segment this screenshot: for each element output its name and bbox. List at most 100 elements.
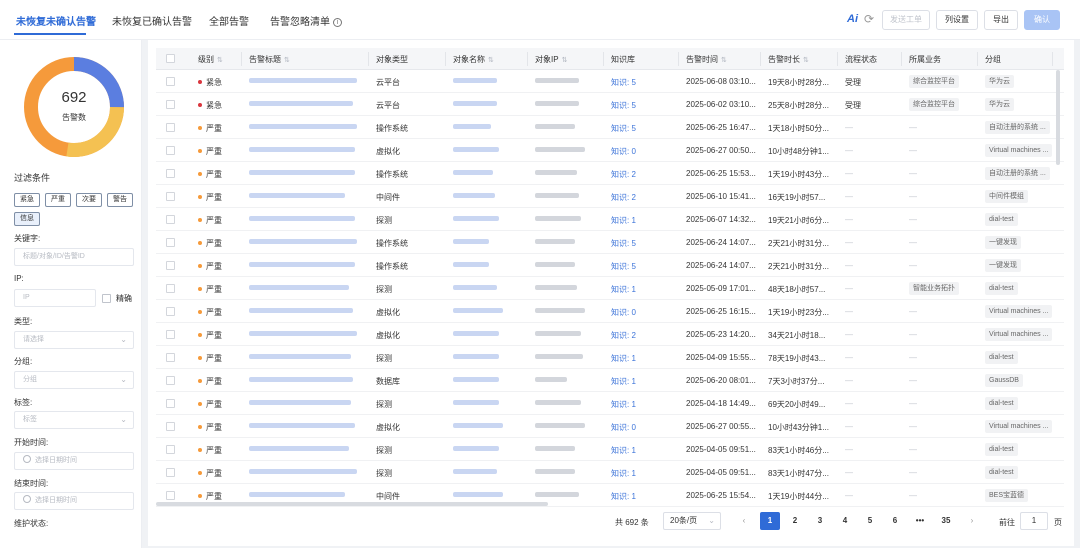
row-checkbox[interactable] bbox=[166, 123, 175, 132]
column-header-flow-status[interactable]: 流程状态 bbox=[845, 54, 877, 65]
info-icon[interactable]: i bbox=[333, 18, 342, 27]
object-name-link[interactable] bbox=[453, 215, 499, 224]
table-row[interactable]: 严重 中间件 知识: 2 2025-06-10 15:41... 16天19小时57..… bbox=[156, 185, 1064, 208]
column-header-level[interactable]: 级别 ⇅ bbox=[198, 54, 223, 65]
page-size-select[interactable]: 20条/页 ⌄ bbox=[663, 512, 721, 530]
knowledge-link[interactable]: 知识: 2 bbox=[611, 169, 636, 180]
tab-unrecovered-unconfirmed[interactable]: 未恢复未确认告警 bbox=[16, 13, 96, 28]
column-header-object-ip[interactable]: 对象IP ⇅ bbox=[535, 54, 567, 65]
horizontal-scrollbar[interactable] bbox=[156, 502, 548, 506]
knowledge-link[interactable]: 知识: 1 bbox=[611, 468, 636, 479]
row-checkbox[interactable] bbox=[166, 422, 175, 431]
row-checkbox[interactable] bbox=[166, 307, 175, 316]
knowledge-link[interactable]: 知识: 5 bbox=[611, 123, 636, 134]
alarm-title-link[interactable] bbox=[249, 468, 357, 477]
table-row[interactable]: 严重 虚拟化 知识: 0 2025-06-27 00:55... 10小时43分钟1..… bbox=[156, 415, 1064, 438]
row-checkbox[interactable] bbox=[166, 100, 175, 109]
level-chip-major[interactable]: 严重 bbox=[45, 193, 71, 207]
object-name-link[interactable] bbox=[453, 123, 491, 132]
object-name-link[interactable] bbox=[453, 192, 495, 201]
table-row[interactable]: 严重 探测 知识: 1 2025-04-18 14:49... 69天20小时49...… bbox=[156, 392, 1064, 415]
alarm-title-link[interactable] bbox=[249, 353, 351, 362]
alarm-title-link[interactable] bbox=[249, 77, 357, 86]
table-row[interactable]: 严重 虚拟化 知识: 0 2025-06-25 16:15... 1天19小时23分..… bbox=[156, 300, 1064, 323]
knowledge-link[interactable]: 知识: 0 bbox=[611, 422, 636, 433]
alarm-title-link[interactable] bbox=[249, 146, 355, 155]
next-page-button[interactable]: › bbox=[962, 512, 982, 530]
level-chip-minor[interactable]: 次要 bbox=[76, 193, 102, 207]
table-row[interactable]: 严重 探测 知识: 1 2025-04-05 09:51... 83天1小时47分...… bbox=[156, 461, 1064, 484]
object-name-link[interactable] bbox=[453, 491, 503, 500]
column-header-object-type[interactable]: 对象类型 bbox=[376, 54, 408, 65]
create-ticket-button[interactable]: 发送工单 bbox=[882, 10, 930, 30]
row-checkbox[interactable] bbox=[166, 445, 175, 454]
start-time-picker[interactable]: 选择日期时间 bbox=[14, 452, 134, 470]
object-name-link[interactable] bbox=[453, 468, 497, 477]
page-button-35[interactable]: 35 bbox=[936, 512, 956, 530]
precise-checkbox[interactable] bbox=[102, 294, 111, 303]
level-chip-warning[interactable]: 警告 bbox=[107, 193, 133, 207]
alarm-title-link[interactable] bbox=[249, 284, 349, 293]
knowledge-link[interactable]: 知识: 1 bbox=[611, 376, 636, 387]
alarm-title-link[interactable] bbox=[249, 215, 355, 224]
alarm-title-link[interactable] bbox=[249, 123, 357, 132]
object-name-link[interactable] bbox=[453, 422, 503, 431]
prev-page-button[interactable]: ‹ bbox=[734, 512, 754, 530]
object-name-link[interactable] bbox=[453, 238, 489, 247]
tab-all-alarms[interactable]: 全部告警 bbox=[209, 13, 249, 28]
column-header-knowledge[interactable]: 知识库 bbox=[611, 54, 635, 65]
alarm-title-link[interactable] bbox=[249, 100, 353, 109]
row-checkbox[interactable] bbox=[166, 491, 175, 500]
table-row[interactable]: 紧急 云平台 知识: 5 2025-06-08 03:10... 19天8小时28分..… bbox=[156, 70, 1064, 93]
alarm-title-link[interactable] bbox=[249, 491, 345, 500]
table-row[interactable]: 严重 操作系统 知识: 5 2025-06-25 16:47... 1天18小时50分.… bbox=[156, 116, 1064, 139]
row-checkbox[interactable] bbox=[166, 376, 175, 385]
alarm-title-link[interactable] bbox=[249, 422, 355, 431]
table-row[interactable]: 严重 操作系统 知识: 2 2025-06-25 15:53... 1天19小时43分.… bbox=[156, 162, 1064, 185]
alarm-title-link[interactable] bbox=[249, 192, 345, 201]
knowledge-link[interactable]: 知识: 5 bbox=[611, 77, 636, 88]
row-checkbox[interactable] bbox=[166, 192, 175, 201]
page-button-3[interactable]: 3 bbox=[810, 512, 830, 530]
row-checkbox[interactable] bbox=[166, 353, 175, 362]
knowledge-link[interactable]: 知识: 2 bbox=[611, 192, 636, 203]
alarm-title-link[interactable] bbox=[249, 399, 351, 408]
ip-input[interactable]: IP bbox=[14, 289, 96, 307]
group-select[interactable]: 分组 ⌄ bbox=[14, 371, 134, 389]
type-select[interactable]: 请选择 ⌄ bbox=[14, 331, 134, 349]
page-button-4[interactable]: 4 bbox=[835, 512, 855, 530]
alarm-title-link[interactable] bbox=[249, 445, 349, 454]
table-row[interactable]: 严重 探测 知识: 1 2025-04-05 09:51... 83天1小时46分...… bbox=[156, 438, 1064, 461]
page-button-5[interactable]: 5 bbox=[860, 512, 880, 530]
level-chip-info[interactable]: 信息 bbox=[14, 212, 40, 226]
table-row[interactable]: 严重 探测 知识: 1 2025-04-09 15:55... 78天19小时43...… bbox=[156, 346, 1064, 369]
column-header-business[interactable]: 所属业务 bbox=[909, 54, 941, 65]
ai-assistant-icon[interactable]: Ai bbox=[847, 13, 858, 25]
row-checkbox[interactable] bbox=[166, 330, 175, 339]
end-time-picker[interactable]: 选择日期时间 bbox=[14, 492, 134, 510]
table-row[interactable]: 严重 虚拟化 知识: 2 2025-05-23 14:20... 34天21小时18..… bbox=[156, 323, 1064, 346]
knowledge-link[interactable]: 知识: 2 bbox=[611, 330, 636, 341]
column-header-alarm-time[interactable]: 告警时间 ⇅ bbox=[686, 54, 727, 65]
column-header-group[interactable]: 分组 bbox=[985, 54, 1001, 65]
object-name-link[interactable] bbox=[453, 100, 497, 109]
row-checkbox[interactable] bbox=[166, 468, 175, 477]
table-row[interactable]: 严重 探测 知识: 1 2025-06-07 14:32... 19天21小时6分...… bbox=[156, 208, 1064, 231]
knowledge-link[interactable]: 知识: 0 bbox=[611, 146, 636, 157]
vertical-scrollbar[interactable] bbox=[1056, 70, 1060, 165]
table-row[interactable]: 严重 操作系统 知识: 5 2025-06-24 14:07... 2天21小时31分.… bbox=[156, 231, 1064, 254]
select-all-checkbox[interactable] bbox=[166, 54, 175, 63]
page-button-6[interactable]: 6 bbox=[885, 512, 905, 530]
row-checkbox[interactable] bbox=[166, 77, 175, 86]
alarm-title-link[interactable] bbox=[249, 376, 353, 385]
refresh-icon[interactable]: ⟳ bbox=[864, 12, 874, 26]
row-checkbox[interactable] bbox=[166, 261, 175, 270]
goto-page-input[interactable]: 1 bbox=[1020, 512, 1048, 530]
tab-ignore-list[interactable]: 告警忽略清单 i bbox=[270, 13, 342, 28]
page-button-2[interactable]: 2 bbox=[785, 512, 805, 530]
knowledge-link[interactable]: 知识: 1 bbox=[611, 353, 636, 364]
level-chip-critical[interactable]: 紧急 bbox=[14, 193, 40, 207]
row-checkbox[interactable] bbox=[166, 284, 175, 293]
row-checkbox[interactable] bbox=[166, 169, 175, 178]
object-name-link[interactable] bbox=[453, 353, 499, 362]
